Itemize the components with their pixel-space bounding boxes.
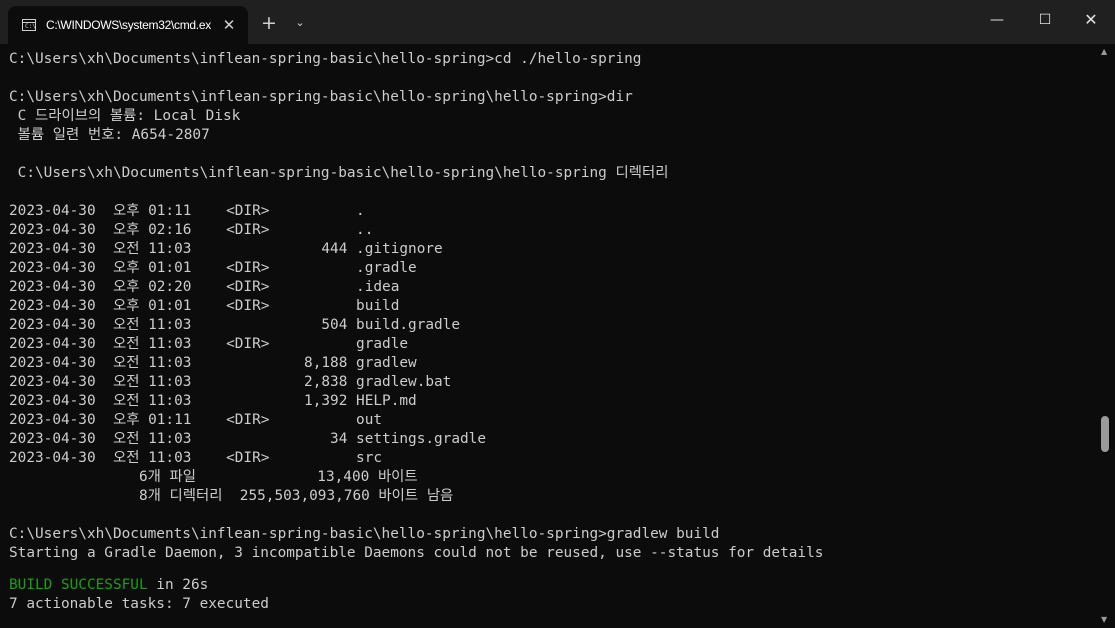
terminal-line: 2023-04-30 오전 11:03 <DIR> gradle [9,336,409,352]
terminal-line: 6개 파일 13,400 바이트 [9,469,418,485]
terminal-line: 2023-04-30 오후 01:01 <DIR> .gradle [9,260,417,276]
terminal-line: 2023-04-30 오후 02:20 <DIR> .idea [9,279,400,295]
terminal-line: 2023-04-30 오전 11:03 2,838 gradlew.bat [9,374,452,390]
chevron-down-icon[interactable]: ⌄ [290,13,310,33]
build-result-line: BUILD SUCCESSFUL in 26s [9,576,208,595]
scroll-up-icon[interactable]: ▲ [1101,48,1107,56]
scroll-down-icon[interactable]: ▼ [1101,616,1107,624]
terminal-line: 2023-04-30 오전 11:03 34 settings.gradle [9,431,487,447]
close-tab-button[interactable]: ✕ [220,16,238,34]
terminal-line: 2023-04-30 오후 01:11 <DIR> out [9,412,383,428]
terminal-line: 8개 디렉터리 255,503,093,760 바이트 남음 [9,488,454,504]
close-window-button[interactable]: ✕ [1068,0,1114,40]
build-time: in 26s [147,577,209,593]
terminal-line: 2023-04-30 오후 01:01 <DIR> build [9,298,400,314]
terminal-line: 2023-04-30 오전 11:03 <DIR> src [9,450,383,466]
vertical-scrollbar[interactable]: ▲ ▼ [1097,44,1115,628]
terminal-line: 7 actionable tasks: 7 executed [9,596,269,612]
terminal-line: 볼륨 일련 번호: A654-2807 [9,127,210,143]
terminal-line: 2023-04-30 오전 11:03 1,392 HELP.md [9,393,417,409]
terminal-line: C:\Users\xh\Documents\inflean-spring-bas… [9,51,642,67]
terminal-line: 2023-04-30 오전 11:03 8,188 gradlew [9,355,417,371]
terminal-line: Starting a Gradle Daemon, 3 incompatible… [9,545,824,561]
new-tab-button[interactable]: + [259,13,279,33]
minimize-button[interactable]: — [974,0,1020,40]
terminal-line: 2023-04-30 오후 02:16 <DIR> .. [9,222,374,238]
maximize-button[interactable]: ☐ [1022,0,1068,40]
terminal-line: C:\Users\xh\Documents\inflean-spring-bas… [9,89,633,105]
terminal-line: C:\Users\xh\Documents\inflean-spring-bas… [9,165,669,181]
terminal-line: 2023-04-30 오후 01:11 <DIR> . [9,203,365,219]
scrollbar-thumb[interactable] [1101,416,1109,452]
terminal-tab[interactable]: C:\ C:\WINDOWS\system32\cmd.exe ✕ [8,6,248,44]
title-bar: C:\ C:\WINDOWS\system32\cmd.exe ✕ + ⌄ — … [0,0,1115,44]
terminal-line: 2023-04-30 오전 11:03 444 .gitignore [9,241,443,257]
tab-title: C:\WINDOWS\system32\cmd.exe [46,18,211,32]
terminal-line: 2023-04-30 오전 11:03 504 build.gradle [9,317,461,333]
terminal-icon: C:\ [22,19,36,31]
build-status: BUILD SUCCESSFUL [9,577,148,593]
terminal-line: C 드라이브의 볼륨: Local Disk [9,108,241,124]
terminal-output[interactable]: BUILD SUCCESSFUL in 26s 7 actionable tas… [0,44,1097,628]
terminal-line: C:\Users\xh\Documents\inflean-spring-bas… [9,526,720,542]
